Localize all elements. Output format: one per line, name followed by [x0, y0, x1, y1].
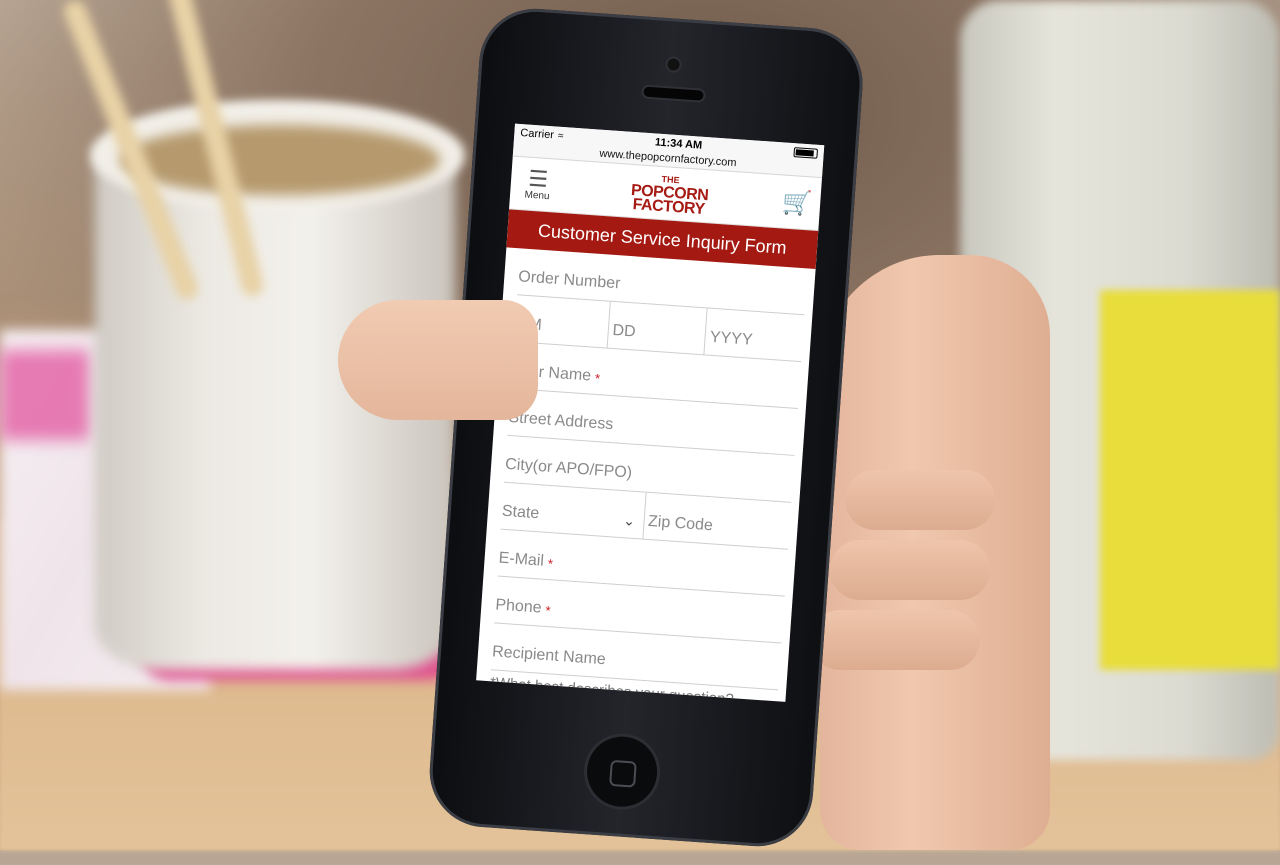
order-number-placeholder: Order Number — [517, 268, 621, 293]
chevron-down-icon: ⌄ — [622, 512, 636, 529]
carrier-label: Carrier — [519, 127, 555, 142]
required-marker: * — [544, 602, 551, 619]
state-placeholder: State — [501, 502, 540, 523]
wifi-icon: ≈ — [557, 130, 564, 142]
phone-placeholder: Phone — [494, 596, 543, 617]
home-square-icon — [609, 759, 637, 788]
phone-screen: Carrier ≈ 11:34 AM www.thepopcornfactory… — [476, 123, 825, 702]
camera-icon — [667, 58, 680, 71]
year-placeholder: YYYY — [709, 328, 754, 349]
state-select[interactable]: State ⌄ — [500, 482, 647, 540]
background-paper-pink — [0, 350, 90, 440]
status-left: Carrier ≈ — [520, 127, 564, 142]
search-menu-icon: ☰ — [527, 165, 549, 192]
day-placeholder: DD — [611, 321, 637, 341]
zip-code-field[interactable]: Zip Code — [642, 492, 792, 550]
zip-code-placeholder: Zip Code — [647, 512, 714, 535]
logo-bottom: FACTORY — [632, 196, 706, 219]
email-placeholder: E-Mail — [498, 549, 545, 570]
year-field[interactable]: YYYY — [704, 308, 805, 363]
menu-label: Menu — [524, 188, 550, 202]
background-cup-food — [120, 125, 440, 195]
phone: Carrier ≈ 11:34 AM www.thepopcornfactory… — [389, 0, 916, 865]
city-placeholder: City(or APO/FPO) — [504, 455, 633, 482]
cart-icon[interactable]: 🛒 — [781, 187, 813, 218]
battery-icon — [793, 147, 819, 159]
recipient-name-placeholder: Recipient Name — [491, 643, 607, 669]
phone-body: Carrier ≈ 11:34 AM www.thepopcornfactory… — [426, 5, 867, 850]
speaker-grille — [643, 86, 704, 101]
logo[interactable]: THE POPCORN FACTORY — [630, 170, 710, 219]
day-field[interactable]: DD — [607, 301, 708, 356]
status-time: 11:34 AM — [654, 136, 703, 152]
menu-button[interactable]: ☰ Menu — [518, 165, 558, 203]
thumb — [338, 300, 538, 420]
required-marker: * — [547, 556, 554, 572]
background-bottle-label — [1100, 290, 1280, 670]
required-marker: * — [594, 370, 601, 387]
